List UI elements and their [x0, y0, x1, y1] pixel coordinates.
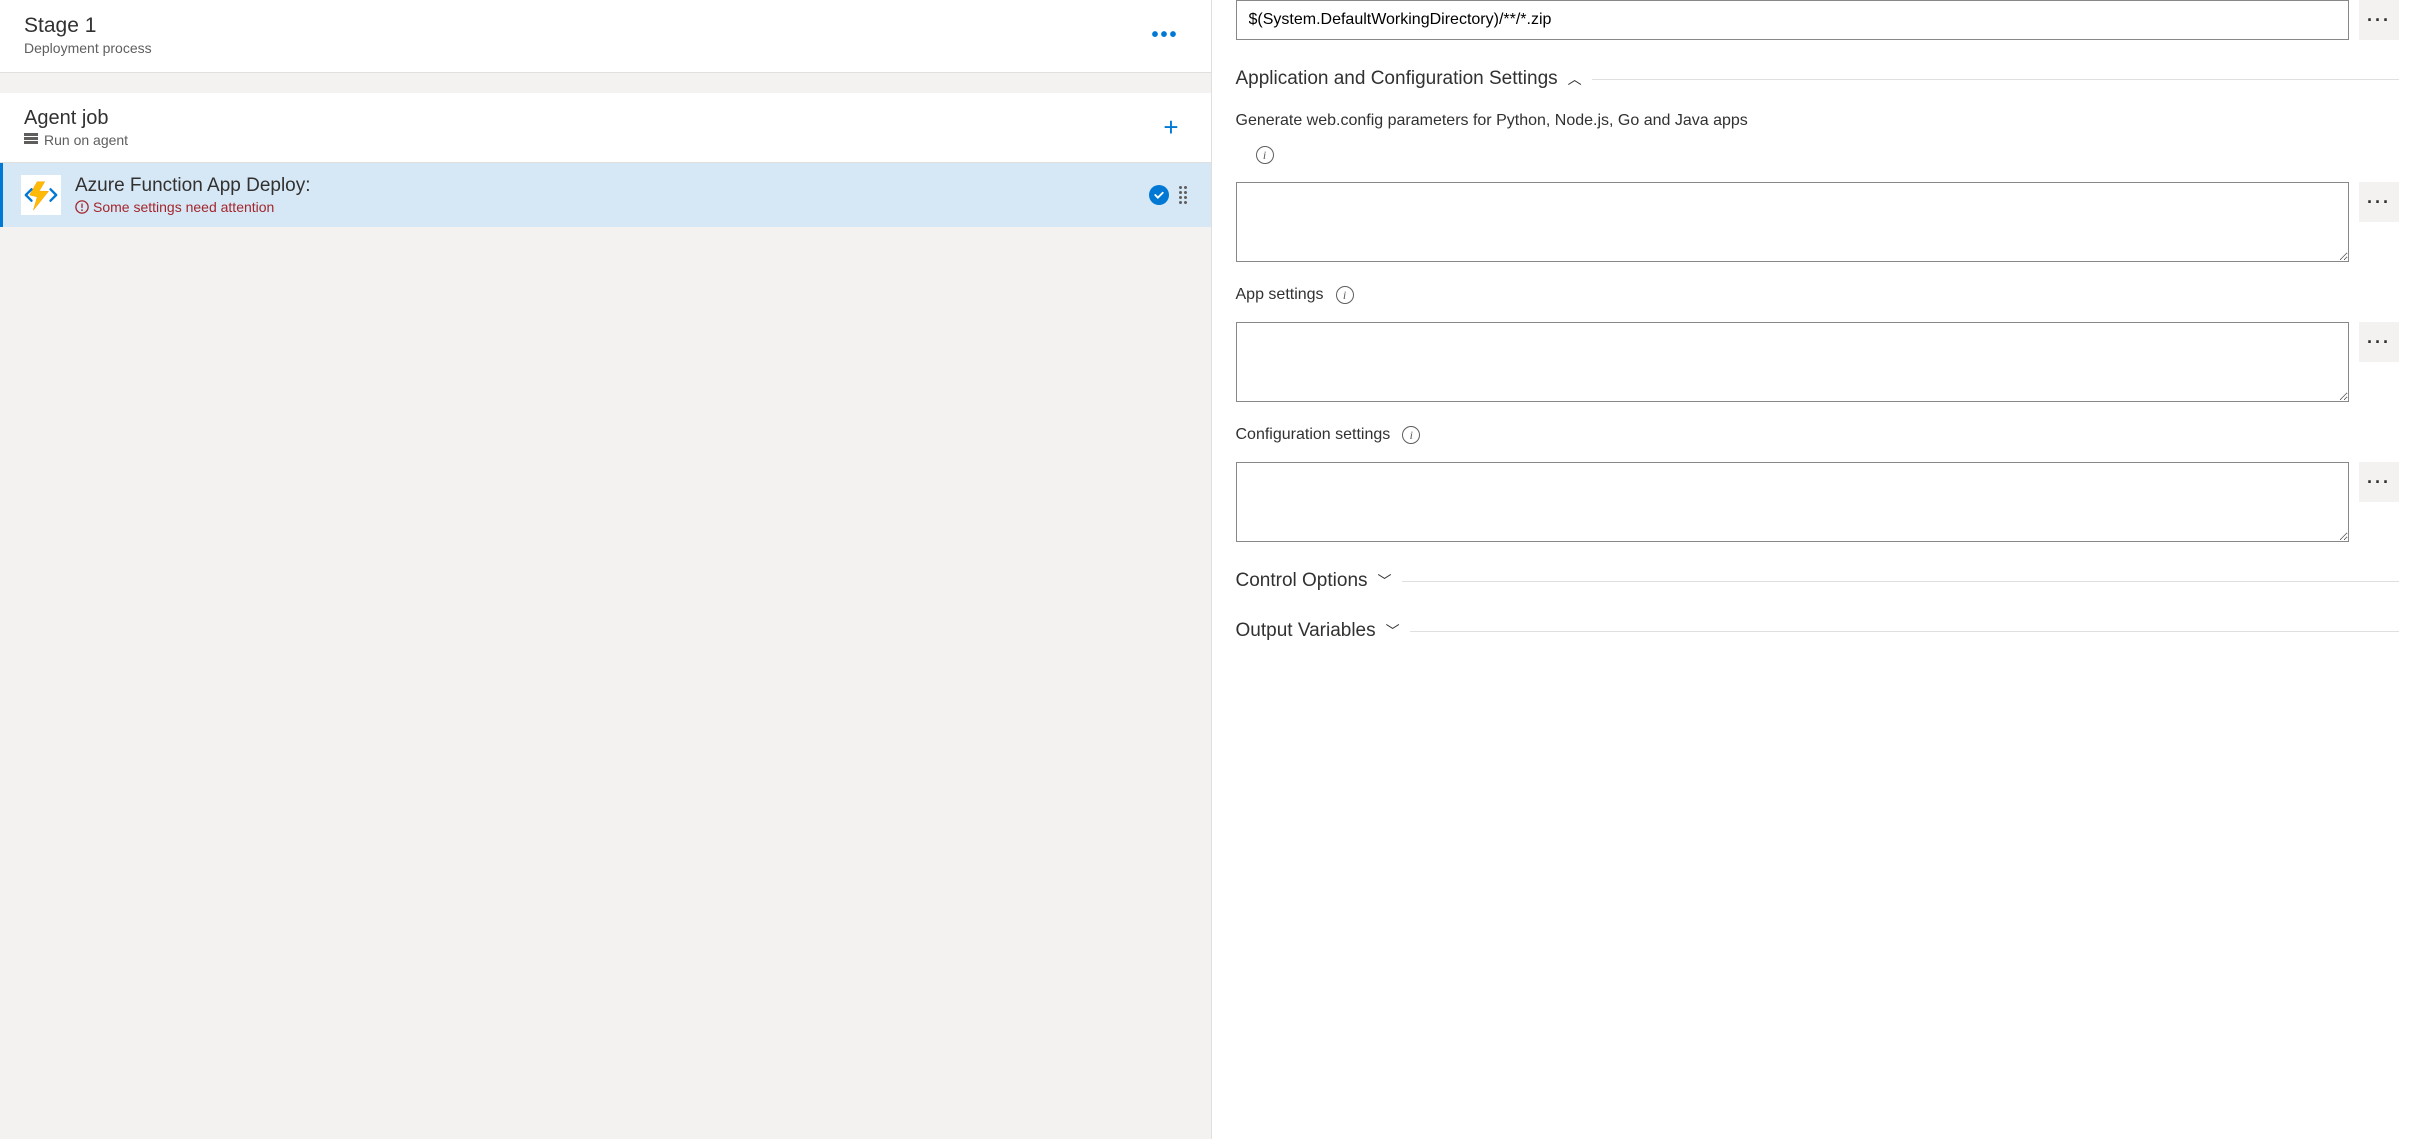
task-row[interactable]: Azure Function App Deploy: Some settings… [0, 163, 1211, 227]
appsettings-input[interactable] [1236, 322, 2350, 402]
output-variables-section-header[interactable]: Output Variables ﹀ [1236, 620, 2400, 642]
azure-function-icon [21, 175, 61, 215]
agent-job-subtitle: Run on agent [44, 132, 128, 148]
chevron-up-icon: ︿ [1568, 69, 1582, 89]
task-warning: Some settings need attention [75, 199, 1135, 215]
package-path-input[interactable] [1236, 0, 2350, 40]
chevron-down-icon: ﹀ [1378, 571, 1392, 591]
webconfig-label: Generate web.config parameters for Pytho… [1236, 112, 1748, 130]
control-options-section-header[interactable]: Control Options ﹀ [1236, 570, 2400, 592]
chevron-down-icon: ﹀ [1386, 621, 1400, 641]
appsettings-browse-button[interactable]: ··· [2359, 322, 2399, 362]
configsettings-input[interactable] [1236, 462, 2350, 542]
info-icon[interactable]: i [1402, 426, 1420, 444]
agent-job-title: Agent job [24, 107, 128, 130]
appsettings-label: App settings [1236, 286, 1324, 304]
task-enabled-check-icon[interactable] [1149, 185, 1169, 205]
drag-handle-icon[interactable] [1179, 186, 1187, 204]
info-icon[interactable]: i [1256, 146, 1274, 164]
configsettings-label: Configuration settings [1236, 426, 1391, 444]
stage-header[interactable]: Stage 1 Deployment process ••• [0, 0, 1211, 73]
info-icon[interactable]: i [1336, 286, 1354, 304]
add-task-button[interactable]: + [1155, 112, 1186, 143]
app-config-section-header[interactable]: Application and Configuration Settings ︿ [1236, 68, 2400, 90]
task-title: Azure Function App Deploy: [75, 175, 1135, 197]
stage-subtitle: Deployment process [24, 40, 152, 56]
agent-job-row[interactable]: Agent job Run on agent + [0, 93, 1211, 163]
stage-more-button[interactable]: ••• [1143, 20, 1186, 51]
stage-title: Stage 1 [24, 14, 152, 38]
warning-icon [75, 200, 89, 214]
webconfig-input[interactable] [1236, 182, 2350, 262]
package-browse-button[interactable]: ··· [2359, 0, 2399, 40]
server-icon [24, 133, 38, 147]
webconfig-browse-button[interactable]: ··· [2359, 182, 2399, 222]
configsettings-browse-button[interactable]: ··· [2359, 462, 2399, 502]
